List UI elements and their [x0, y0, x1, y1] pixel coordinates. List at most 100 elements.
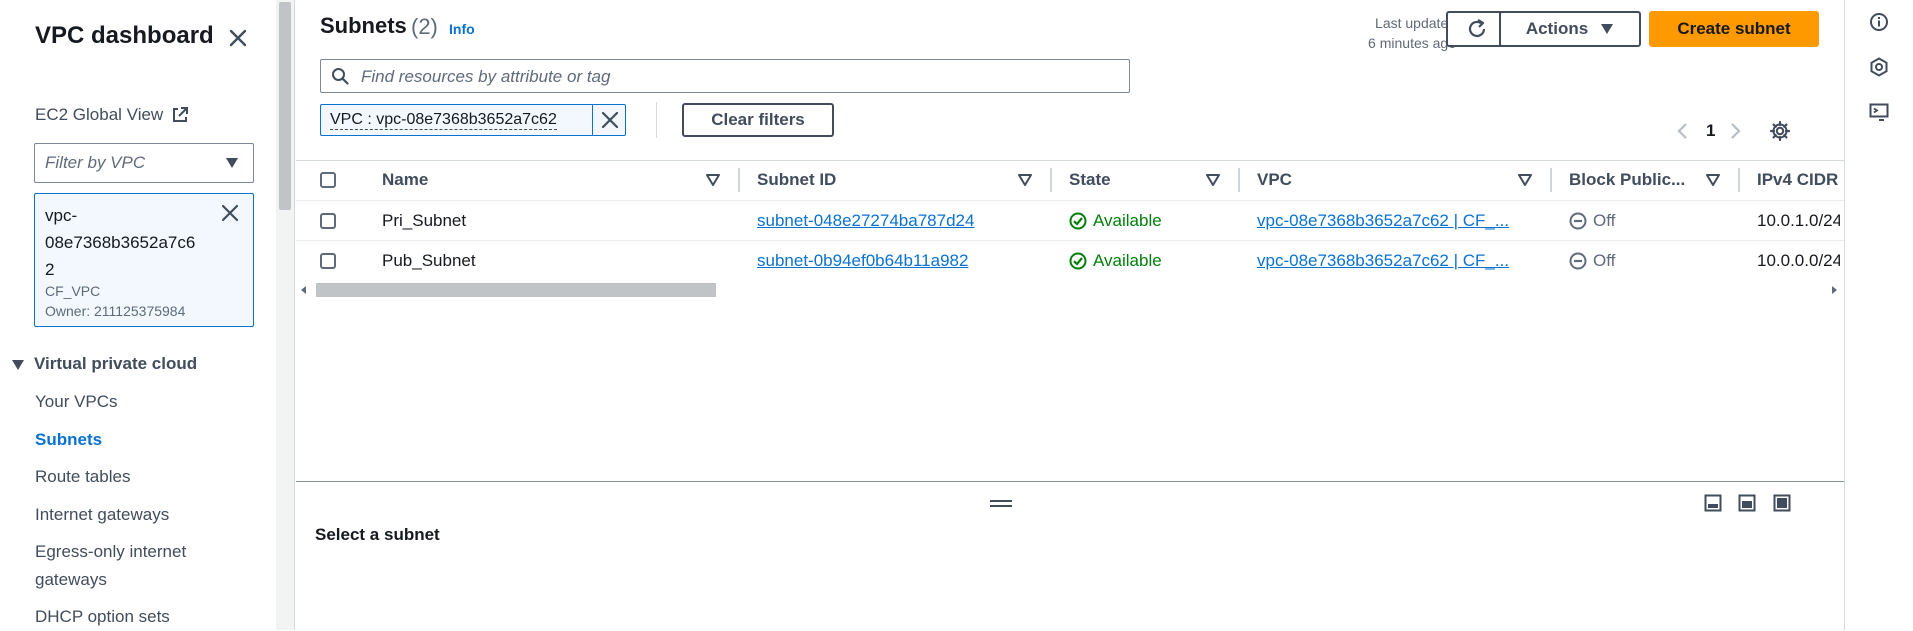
- sort-icon[interactable]: [706, 174, 720, 186]
- status-off-icon: [1569, 212, 1587, 230]
- clear-filters-button[interactable]: Clear filters: [682, 103, 834, 137]
- resize-handle-icon[interactable]: [990, 505, 1012, 507]
- actions-dropdown[interactable]: Actions: [1499, 11, 1641, 47]
- table-row[interactable]: Pub_Subnet subnet-0b94ef0b64b11a982 Avai…: [296, 240, 1844, 282]
- sidebar-scrollbar-thumb[interactable]: [279, 2, 291, 210]
- column-header-ipv4-cidr[interactable]: IPv4 CIDR: [1757, 170, 1838, 190]
- nav-subnets[interactable]: Subnets: [35, 430, 102, 450]
- nav-your-vpcs[interactable]: Your VPCs: [35, 392, 118, 412]
- horizontal-scrollbar[interactable]: [296, 281, 1844, 299]
- column-separator[interactable]: [1550, 168, 1552, 192]
- nav-route-tables[interactable]: Route tables: [35, 467, 130, 487]
- column-separator[interactable]: [1738, 168, 1740, 192]
- ec2-global-view-link[interactable]: EC2 Global View: [35, 105, 163, 125]
- horizontal-scrollbar-thumb[interactable]: [316, 283, 716, 297]
- row-checkbox[interactable]: [320, 253, 336, 269]
- last-updated-label: Last updated: [1375, 15, 1456, 31]
- cell-name: Pub_Subnet: [382, 251, 476, 270]
- external-link-icon: [171, 106, 189, 124]
- column-separator[interactable]: [1050, 168, 1052, 192]
- cell-state: Available: [1093, 251, 1162, 270]
- caret-down-icon: [225, 157, 239, 169]
- cell-vpc-link[interactable]: vpc-08e7368b3652a7c62 | CF_...: [1257, 251, 1509, 271]
- next-page-icon[interactable]: [1730, 122, 1742, 140]
- status-success-icon: [1069, 252, 1087, 270]
- panel-layout-middle-icon[interactable]: [1738, 494, 1756, 512]
- nav-egress-only-internet-gateways-line2[interactable]: gateways: [35, 570, 107, 590]
- sort-icon[interactable]: [1518, 174, 1532, 186]
- settings-icon[interactable]: [1769, 120, 1791, 142]
- panel-layout-bottom-icon[interactable]: [1704, 494, 1722, 512]
- selected-vpc-owner: Owner: 211125375984: [45, 303, 186, 319]
- section-caret-icon[interactable]: [11, 359, 25, 371]
- nav-egress-only-internet-gateways[interactable]: Egress-only internet: [35, 542, 186, 562]
- column-header-state[interactable]: State: [1069, 170, 1111, 190]
- tools-rail: [1844, 0, 1913, 630]
- column-separator[interactable]: [1238, 168, 1240, 192]
- filter-token: VPC : vpc-08e7368b3652a7c62: [320, 104, 626, 136]
- cell-block-public: Off: [1593, 251, 1616, 270]
- selected-vpc-id: vpc- 08e7368b3652a7c6 2: [45, 202, 195, 283]
- current-page[interactable]: 1: [1706, 121, 1715, 141]
- sort-icon[interactable]: [1018, 174, 1032, 186]
- nav-internet-gateways[interactable]: Internet gateways: [35, 505, 169, 525]
- notifications-icon[interactable]: [1869, 102, 1889, 122]
- cell-subnet-id-link[interactable]: subnet-048e27274ba787d24: [757, 211, 974, 231]
- column-header-subnet-id[interactable]: Subnet ID: [757, 170, 836, 190]
- sort-icon[interactable]: [1206, 174, 1220, 186]
- search-input[interactable]: Find resources by attribute or tag: [320, 59, 1130, 93]
- column-header-block-public[interactable]: Block Public...: [1569, 170, 1685, 190]
- sort-icon[interactable]: [1706, 174, 1720, 186]
- close-icon[interactable]: [228, 28, 248, 48]
- cell-vpc-link[interactable]: vpc-08e7368b3652a7c62 | CF_...: [1257, 211, 1509, 231]
- create-subnet-button[interactable]: Create subnet: [1649, 11, 1819, 47]
- last-updated-value: 6 minutes ago: [1368, 35, 1456, 51]
- vpc-filter-select[interactable]: Filter by VPC: [34, 143, 254, 183]
- cell-ipv4-cidr: 10.0.1.0/24: [1757, 211, 1840, 230]
- filter-token-text[interactable]: VPC : vpc-08e7368b3652a7c62: [330, 111, 557, 130]
- info-icon[interactable]: [1869, 12, 1889, 32]
- info-link[interactable]: Info: [449, 21, 475, 37]
- split-panel-title: Select a subnet: [315, 525, 440, 544]
- cell-state: Available: [1093, 211, 1162, 230]
- column-separator[interactable]: [738, 168, 740, 192]
- filter-divider: [656, 102, 657, 138]
- nav-dhcp-option-sets[interactable]: DHCP option sets: [35, 607, 170, 627]
- resize-handle-icon[interactable]: [990, 500, 1012, 502]
- scroll-left-icon[interactable]: [301, 286, 306, 294]
- selected-vpc-name: CF_VPC: [45, 283, 101, 299]
- table-row[interactable]: Pri_Subnet subnet-048e27274ba787d24 Avai…: [296, 200, 1844, 241]
- page-title: Subnets: [320, 13, 407, 38]
- caret-down-icon: [1600, 23, 1614, 35]
- search-icon: [331, 67, 349, 85]
- row-checkbox[interactable]: [320, 213, 336, 229]
- cell-subnet-id-link[interactable]: subnet-0b94ef0b64b11a982: [757, 251, 968, 271]
- side-navigation: VPC dashboard EC2 Global View Filter by …: [0, 0, 276, 630]
- column-header-name[interactable]: Name: [382, 170, 428, 190]
- subnets-page: Subnets (2) Info Last updated 6 minutes …: [296, 0, 1844, 631]
- remove-token-icon[interactable]: [221, 204, 239, 222]
- ec2-global-view-label: EC2 Global View: [35, 105, 164, 124]
- search-placeholder: Find resources by attribute or tag: [361, 67, 611, 86]
- panel-layout-full-icon[interactable]: [1773, 494, 1791, 512]
- filter-token-divider: [592, 105, 593, 135]
- status-success-icon: [1069, 212, 1087, 230]
- scroll-right-icon[interactable]: [1832, 286, 1837, 294]
- actions-label: Actions: [1525, 19, 1589, 38]
- refresh-icon: [1466, 18, 1488, 40]
- last-updated: Last updated 6 minutes ago: [1336, 13, 1456, 53]
- sidebar-title: VPC dashboard: [35, 22, 214, 49]
- section-virtual-private-cloud[interactable]: Virtual private cloud: [34, 354, 197, 374]
- column-header-vpc[interactable]: VPC: [1257, 170, 1292, 190]
- selected-vpc-id-line: 08e7368b3652a7c6: [45, 233, 196, 252]
- vpc-filter-placeholder: Filter by VPC: [45, 153, 146, 172]
- cell-ipv4-cidr: 10.0.0.0/24: [1757, 251, 1840, 270]
- remove-filter-icon[interactable]: [601, 111, 619, 129]
- split-panel: Select a subnet: [296, 481, 1844, 631]
- select-all-checkbox[interactable]: [320, 172, 336, 188]
- cell-block-public: Off: [1593, 211, 1616, 230]
- selected-vpc-id-line: vpc-: [45, 206, 78, 225]
- hexagon-icon[interactable]: [1869, 57, 1889, 77]
- previous-page-icon[interactable]: [1676, 122, 1688, 140]
- selected-vpc-id-line: 2: [45, 260, 55, 279]
